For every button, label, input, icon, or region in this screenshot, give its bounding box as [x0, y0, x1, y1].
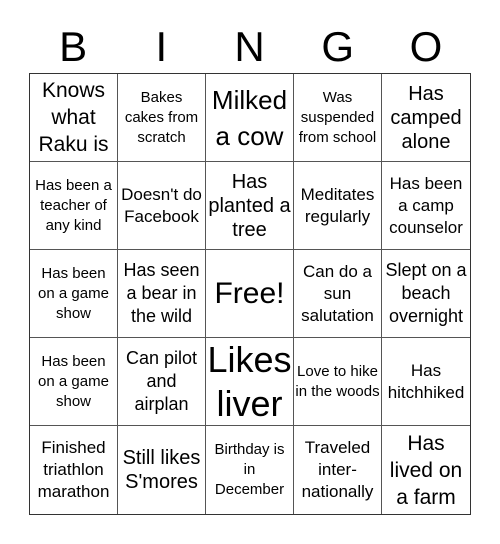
bingo-cell[interactable]: Has been on a game show — [30, 338, 118, 426]
bingo-cell[interactable]: Bakes cakes from scratch — [118, 74, 206, 162]
bingo-cell[interactable]: Was suspended from school — [294, 74, 382, 162]
bingo-cell[interactable]: Can pilot and airplan — [118, 338, 206, 426]
bingo-cell[interactable]: Has lived on a farm — [382, 426, 470, 514]
bingo-cell[interactable]: Milked a cow — [206, 74, 294, 162]
bingo-cell[interactable]: Has camped alone — [382, 74, 470, 162]
bingo-cell[interactable]: Likes liver — [206, 338, 294, 426]
bingo-cell[interactable]: Traveled inter- nationally — [294, 426, 382, 514]
bingo-cell[interactable]: Love to hike in the woods — [294, 338, 382, 426]
bingo-header: B I N G O — [29, 22, 470, 72]
bingo-cell-free[interactable]: Free! — [206, 250, 294, 338]
header-letter-i: I — [155, 23, 168, 70]
bingo-cell[interactable]: Slept on a beach overnight — [382, 250, 470, 338]
bingo-cell[interactable]: Has seen a bear in the wild — [118, 250, 206, 338]
bingo-cell[interactable]: Doesn't do Facebook — [118, 162, 206, 250]
bingo-cell[interactable]: Finished triathlon marathon — [30, 426, 118, 514]
bingo-cell[interactable]: Can do a sun salutation — [294, 250, 382, 338]
bingo-cell[interactable]: Meditates regularly — [294, 162, 382, 250]
header-letter-n: N — [234, 23, 265, 70]
header-letter-o: O — [409, 23, 443, 70]
bingo-cell[interactable]: Has been a teacher of any kind — [30, 162, 118, 250]
bingo-cell[interactable]: Knows what Raku is — [30, 74, 118, 162]
bingo-cell[interactable]: Birthday is in December — [206, 426, 294, 514]
bingo-grid: Knows what Raku is Bakes cakes from scra… — [29, 73, 471, 515]
bingo-cell[interactable]: Has hitchhiked — [382, 338, 470, 426]
bingo-cell[interactable]: Has planted a tree — [206, 162, 294, 250]
bingo-cell[interactable]: Has been a camp counselor — [382, 162, 470, 250]
header-letter-g: G — [321, 23, 355, 70]
bingo-cell[interactable]: Has been on a game show — [30, 250, 118, 338]
header-letter-b: B — [59, 23, 88, 70]
bingo-cell[interactable]: Still likes S'mores — [118, 426, 206, 514]
